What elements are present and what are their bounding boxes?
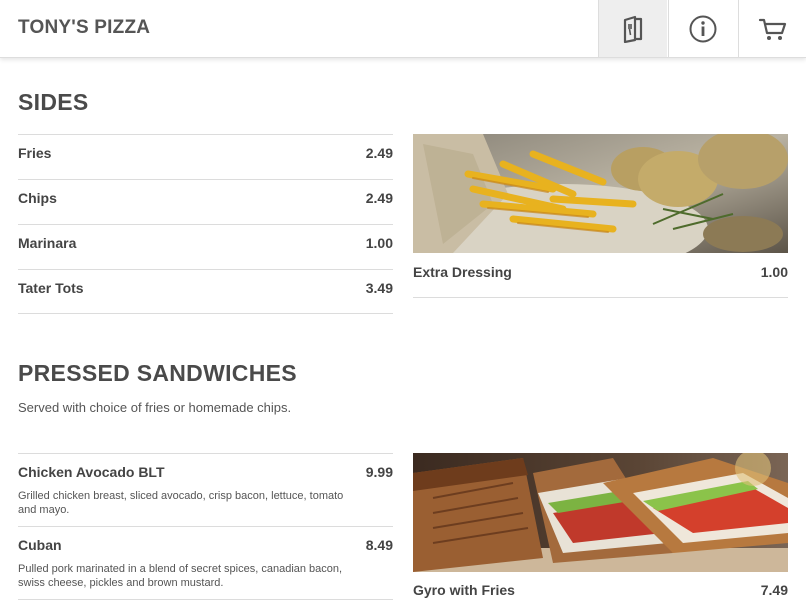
menu-item-chicken-avocado-blt[interactable]: Chicken Avocado BLT 9.99 Grilled chicken… — [18, 453, 393, 526]
fries-photo[interactable] — [413, 134, 788, 253]
item-name: Extra Dressing — [413, 264, 512, 280]
cart-icon — [758, 18, 787, 40]
divider — [18, 599, 393, 600]
brand-title[interactable]: TONY'S PIZZA — [18, 17, 150, 39]
menu-nav-button[interactable] — [598, 0, 667, 57]
item-name: Chips — [18, 190, 57, 206]
sides-section-title: SIDES — [18, 89, 89, 115]
info-nav-button[interactable] — [668, 0, 737, 57]
item-price: 8.49 — [365, 537, 393, 553]
item-price: 3.49 — [365, 280, 393, 296]
item-price: 1.00 — [365, 235, 393, 251]
item-price: 2.49 — [365, 190, 393, 206]
item-name: Cuban — [18, 537, 62, 553]
item-name: Chicken Avocado BLT — [18, 464, 165, 480]
item-price: 2.49 — [365, 145, 393, 161]
item-price: 9.99 — [365, 464, 393, 480]
cart-nav-button[interactable] — [738, 0, 806, 57]
fries-image — [413, 134, 788, 253]
featured-item-gyro-with-fries[interactable]: Gyro with Fries 7.49 — [413, 572, 788, 604]
menu-item-marinara[interactable]: Marinara 1.00 — [18, 224, 393, 269]
sandwich-image — [413, 453, 788, 572]
menu-item-tater-tots[interactable]: Tater Tots 3.49 — [18, 269, 393, 314]
featured-item-extra-dressing[interactable]: Extra Dressing 1.00 — [413, 253, 788, 298]
item-description: Grilled chicken breast, sliced avocado, … — [18, 490, 344, 516]
item-description: Pulled pork marinated in a blend of secr… — [18, 563, 343, 589]
sandwich-photo[interactable] — [413, 453, 788, 572]
item-name: Tater Tots — [18, 280, 84, 296]
menu-item-cuban[interactable]: Cuban 8.49 Pulled pork marinated in a bl… — [18, 526, 393, 600]
top-bar: TONY'S PIZZA — [0, 0, 806, 58]
item-price: 1.00 — [760, 264, 788, 280]
item-name: Marinara — [18, 235, 77, 251]
menu-item-chips[interactable]: Chips 2.49 — [18, 179, 393, 224]
menu-book-icon — [623, 15, 643, 43]
item-name: Gyro with Fries — [413, 582, 515, 598]
info-icon — [689, 15, 717, 42]
item-name: Fries — [18, 145, 52, 161]
menu-item-fries[interactable]: Fries 2.49 — [18, 134, 393, 179]
item-price: 7.49 — [760, 582, 788, 598]
sandwiches-section-title: PRESSED SANDWICHES — [18, 360, 297, 386]
sandwiches-section-description: Served with choice of fries or homemade … — [18, 400, 292, 415]
